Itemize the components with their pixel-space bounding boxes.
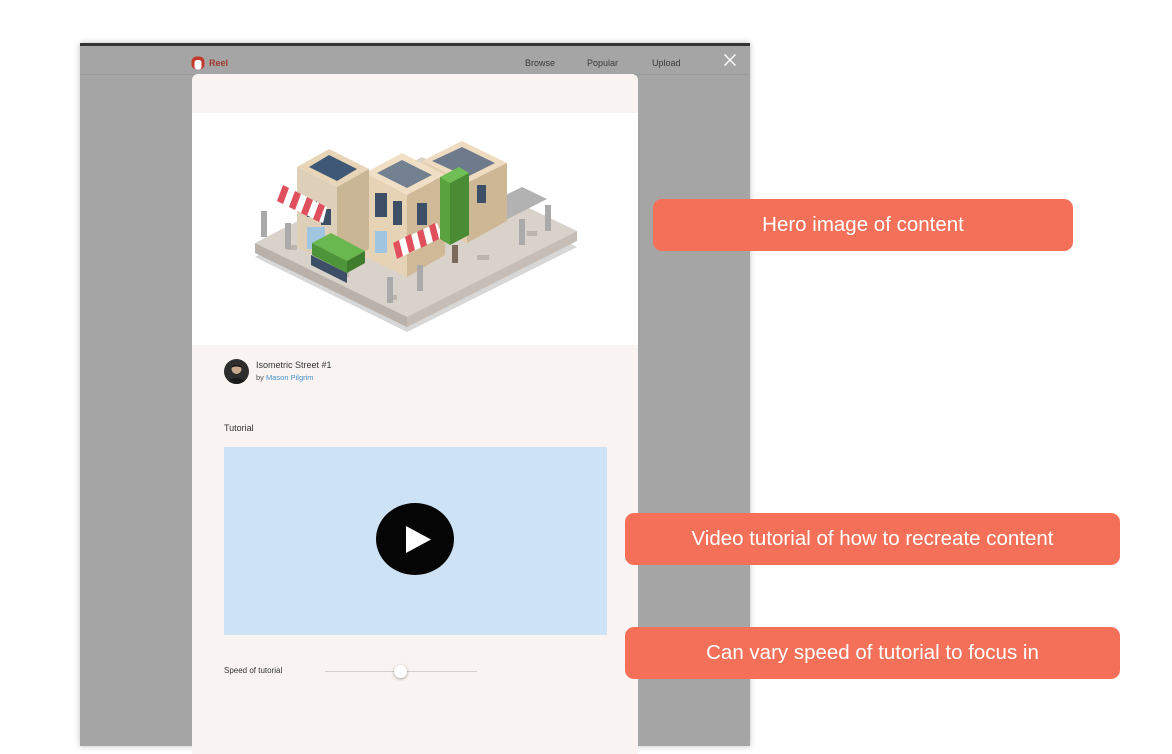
hero-annotation: Hero image of content bbox=[653, 199, 1073, 251]
close-icon[interactable] bbox=[723, 53, 737, 67]
speed-annotation: Can vary speed of tutorial to focus in bbox=[625, 627, 1120, 679]
content-author: by Mason Pilgrim bbox=[256, 373, 314, 383]
author-avatar[interactable] bbox=[224, 359, 249, 384]
play-button[interactable] bbox=[376, 503, 454, 575]
tutorial-video-player[interactable] bbox=[224, 447, 607, 635]
hero-image bbox=[192, 113, 638, 345]
brand[interactable]: Reel bbox=[191, 56, 228, 70]
nav-popular[interactable]: Popular bbox=[587, 57, 618, 69]
isometric-street-illustration bbox=[255, 141, 577, 332]
speed-label: Speed of tutorial bbox=[224, 666, 283, 675]
nav-upload[interactable]: Upload bbox=[652, 57, 681, 69]
author-link[interactable]: Mason Pilgrim bbox=[266, 373, 314, 382]
brand-name: Reel bbox=[209, 58, 229, 68]
reel-logo-icon bbox=[191, 56, 205, 70]
play-icon bbox=[406, 526, 431, 553]
speed-slider-thumb[interactable] bbox=[394, 665, 407, 678]
nav-browse[interactable]: Browse bbox=[525, 57, 555, 69]
top-nav-bar: Reel Browse Popular Upload bbox=[80, 46, 750, 75]
content-title: Isometric Street #1 bbox=[256, 360, 332, 370]
avatar-person-icon bbox=[228, 364, 245, 384]
video-annotation: Video tutorial of how to recreate conten… bbox=[625, 513, 1120, 565]
content-modal: Isometric Street #1 by Mason Pilgrim Tut… bbox=[192, 74, 638, 754]
author-prefix: by bbox=[256, 373, 264, 382]
tutorial-heading: Tutorial bbox=[224, 423, 254, 433]
